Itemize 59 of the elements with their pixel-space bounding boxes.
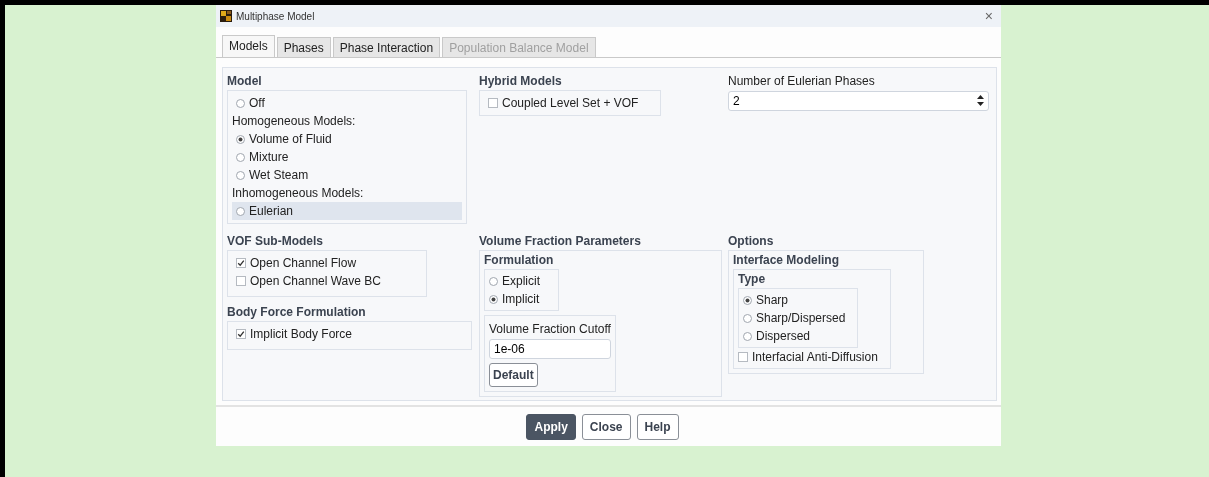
group-heading: Volume Fraction Parameters [479, 234, 641, 249]
group-heading: Formulation [484, 253, 555, 268]
dialog-button[interactable]: Apply [526, 413, 576, 440]
option-row[interactable]: Off [232, 94, 462, 112]
radio-button-icon[interactable] [236, 152, 245, 162]
radio-button-icon[interactable] [489, 276, 498, 286]
tab[interactable]: Models [222, 35, 275, 57]
radio-label[interactable]: Mixture [249, 150, 289, 164]
radio-button-icon[interactable] [489, 294, 498, 304]
option-row[interactable]: Wet Steam [232, 166, 462, 184]
radio-label[interactable]: Dispersed [756, 329, 811, 343]
radio-label[interactable]: Wet Steam [249, 168, 309, 182]
checkbox-label[interactable]: Interfacial Anti-Diffusion [752, 350, 878, 364]
default-button[interactable]: Default [489, 363, 538, 387]
radio-label[interactable]: Implicit [502, 292, 540, 306]
radio-button-icon[interactable] [236, 170, 245, 180]
subheading: Inhomogeneous Models: [232, 185, 365, 202]
tab[interactable]: Phase Interaction [332, 37, 441, 57]
group-heading: Interface Modeling [733, 253, 840, 268]
text-field[interactable]: 1e-06 [489, 339, 611, 359]
group-heading: Hybrid Models [479, 74, 562, 89]
group-heading: VOF Sub-Models [227, 234, 323, 249]
radio-button-icon[interactable] [236, 134, 245, 144]
radio-button-icon[interactable] [743, 313, 752, 323]
radio-label[interactable]: Sharp [756, 293, 789, 307]
radio-label[interactable]: Volume of Fluid [249, 132, 332, 146]
option-row[interactable]: Eulerian [232, 202, 462, 220]
dialog-button[interactable]: Help [636, 413, 679, 440]
checkbox-icon[interactable] [236, 258, 246, 268]
radio-label[interactable]: Sharp/Dispersed [756, 311, 846, 325]
radio-button-icon[interactable] [743, 295, 752, 305]
number-spinner[interactable]: 2 [728, 91, 989, 111]
tab[interactable]: Phases [276, 37, 331, 57]
close-button[interactable]: × [982, 8, 995, 24]
spinner-arrows-icon[interactable] [977, 95, 984, 106]
option-row[interactable]: Mixture [232, 148, 462, 166]
group-heading: Type [738, 272, 767, 287]
checkbox-icon[interactable] [236, 276, 246, 286]
subheading: Homogeneous Models: [232, 113, 357, 130]
window-title: Multiphase Model [236, 10, 316, 22]
app-logo-icon [220, 10, 232, 22]
checkbox-label[interactable]: Open Channel Flow [250, 256, 357, 270]
option-row[interactable]: Volume of Fluid [232, 130, 462, 148]
checkbox-label[interactable]: Open Channel Wave BC [250, 274, 381, 288]
group-heading: Model [227, 74, 262, 89]
dialog-button[interactable]: Close [581, 413, 631, 440]
checkbox-icon[interactable] [488, 98, 498, 108]
radio-label[interactable]: Off [249, 96, 265, 110]
group-heading: Body Force Formulation [227, 305, 366, 320]
radio-button-icon[interactable] [236, 206, 245, 216]
radio-label[interactable]: Explicit [502, 274, 540, 288]
group-heading: Options [728, 234, 774, 249]
radio-button-icon[interactable] [236, 98, 245, 108]
checkbox-icon[interactable] [738, 352, 748, 362]
field-label: Volume Fraction Cutoff [489, 322, 611, 336]
field-label: Number of Eulerian Phases [728, 74, 875, 89]
checkbox-icon[interactable] [236, 329, 246, 339]
radio-label[interactable]: Eulerian [249, 204, 294, 218]
radio-button-icon[interactable] [743, 331, 752, 341]
